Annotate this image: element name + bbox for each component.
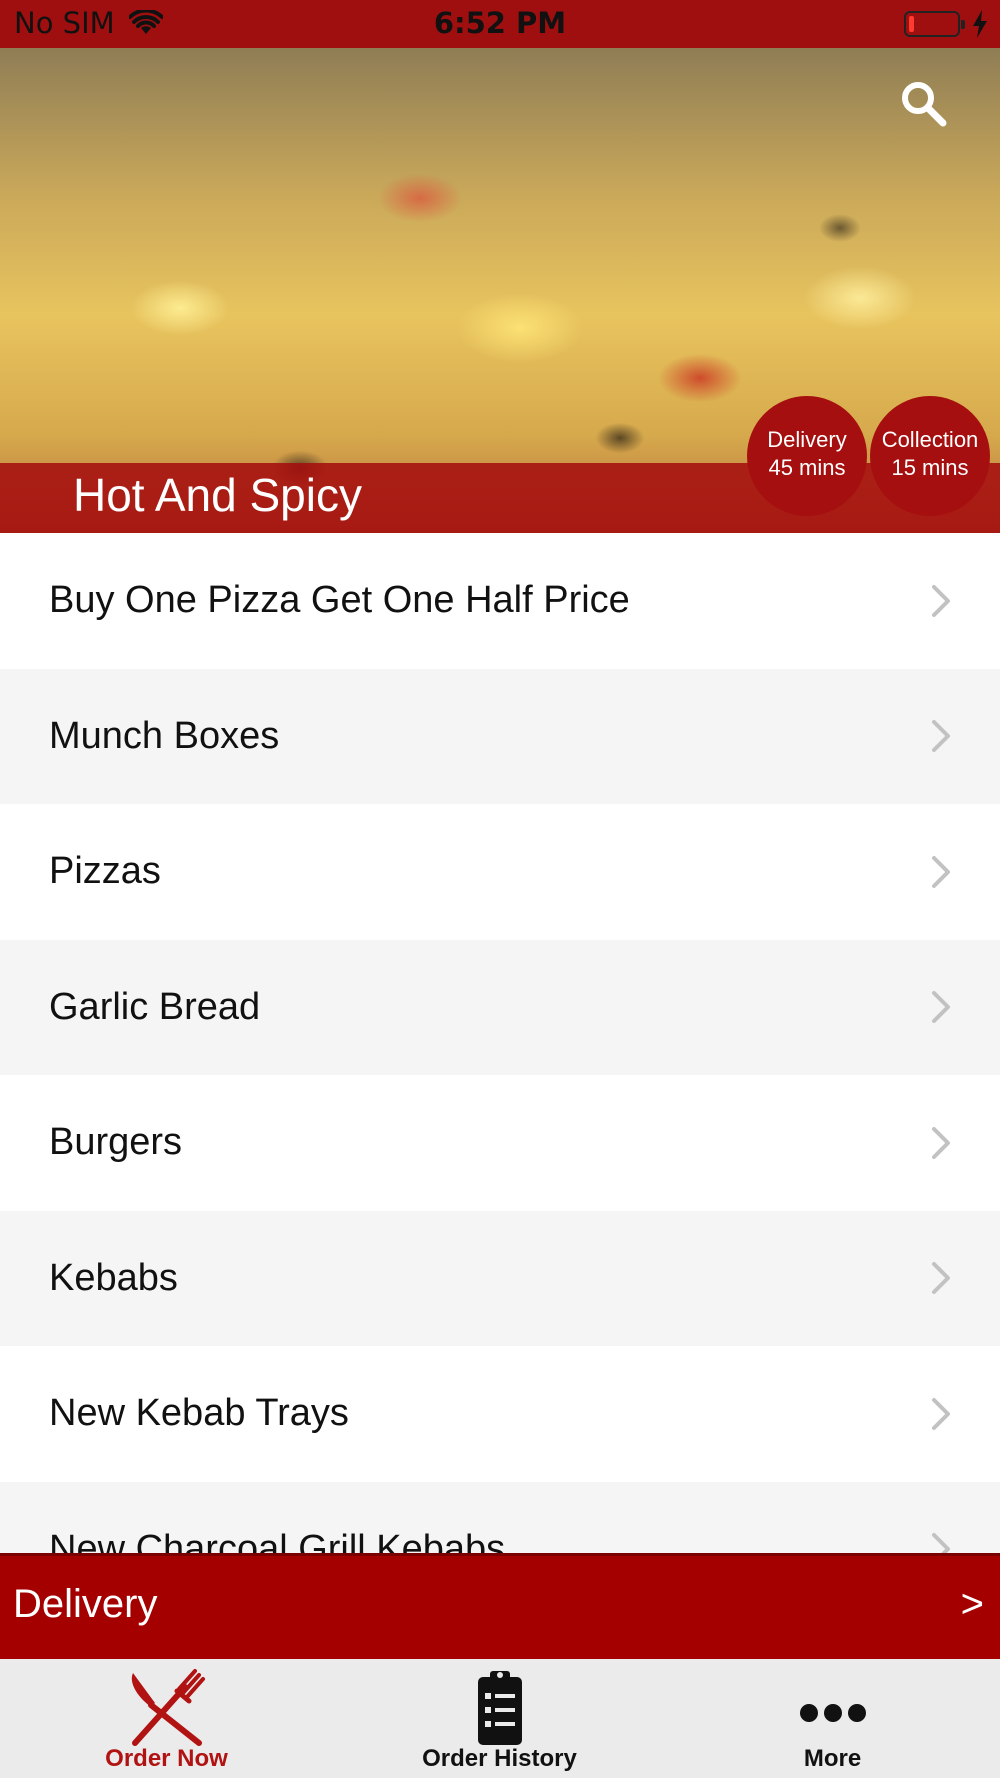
tab-bar: Order Now Order History More (0, 1659, 1000, 1778)
delivery-time-badge: Delivery 45 mins (747, 396, 867, 516)
delivery-mode-bar[interactable]: Delivery > (0, 1553, 1000, 1659)
delivery-mode-label: Delivery (13, 1582, 158, 1626)
collection-badge-time: 15 mins (891, 455, 969, 480)
chevron-right-icon (932, 584, 950, 617)
chevron-right-icon (932, 855, 950, 888)
search-icon[interactable] (898, 78, 948, 128)
clipboard-icon (477, 1671, 522, 1745)
tab-label: Order History (422, 1745, 577, 1772)
chevron-right-icon (932, 720, 950, 753)
tab-more[interactable]: More (666, 1659, 999, 1778)
menu-item-munch-boxes[interactable]: Munch Boxes (0, 668, 1000, 804)
tab-label: Order Now (105, 1745, 228, 1772)
status-right (904, 10, 988, 38)
menu-item-label: Pizzas (49, 850, 161, 893)
charging-bolt-icon (973, 10, 987, 38)
menu-item-pizzas[interactable]: Pizzas (0, 804, 1000, 940)
delivery-badge-time: 45 mins (768, 455, 846, 480)
chevron-right-icon (932, 991, 950, 1024)
delivery-arrow: > (960, 1582, 984, 1626)
menu-item-label: Buy One Pizza Get One Half Price (49, 579, 630, 622)
battery-icon (904, 11, 965, 37)
collection-time-badge: Collection 15 mins (870, 396, 990, 516)
menu-item-new-kebab-trays[interactable]: New Kebab Trays (0, 1346, 1000, 1482)
menu-item-garlic-bread[interactable]: Garlic Bread (0, 939, 1000, 1075)
restaurant-name: Hot And Spicy (73, 469, 362, 521)
chevron-right-icon (932, 1126, 950, 1159)
fork-knife-icon (131, 1669, 205, 1746)
tab-order-history[interactable]: Order History (333, 1659, 666, 1778)
more-dots-icon (799, 1704, 866, 1722)
battery-level (909, 16, 914, 32)
menu-item-label: New Charcoal Grill Kebabs (49, 1527, 506, 1553)
chevron-right-icon (932, 1262, 950, 1295)
tab-label: More (803, 1745, 862, 1772)
menu-item-label: New Kebab Trays (49, 1392, 349, 1435)
status-time: 6:52 PM (433, 6, 567, 40)
tab-order-now[interactable]: Order Now (0, 1659, 333, 1778)
menu-item-label: Munch Boxes (49, 714, 280, 757)
status-bar: No SIM 6:52 PM (0, 0, 1000, 48)
menu-item-label: Garlic Bread (49, 985, 261, 1028)
collection-badge-label: Collection (881, 427, 979, 452)
menu-item-label: Kebabs (49, 1256, 178, 1299)
hero-banner: Hot And Spicy Delivery 45 mins Collectio… (0, 48, 1000, 533)
delivery-badge-label: Delivery (767, 427, 847, 452)
chevron-right-icon (932, 1397, 950, 1430)
menu-item-new-charcoal-grill-kebabs[interactable]: New Charcoal Grill Kebabs (0, 1481, 1000, 1553)
menu-item-label: Burgers (49, 1121, 183, 1164)
menu-item-burgers[interactable]: Burgers (0, 1075, 1000, 1211)
menu-list: Buy One Pizza Get One Half Price Munch B… (0, 533, 1000, 1553)
chevron-right-icon (932, 1533, 950, 1553)
menu-item-buy-one-pizza[interactable]: Buy One Pizza Get One Half Price (0, 533, 1000, 669)
menu-item-kebabs[interactable]: Kebabs (0, 1210, 1000, 1346)
